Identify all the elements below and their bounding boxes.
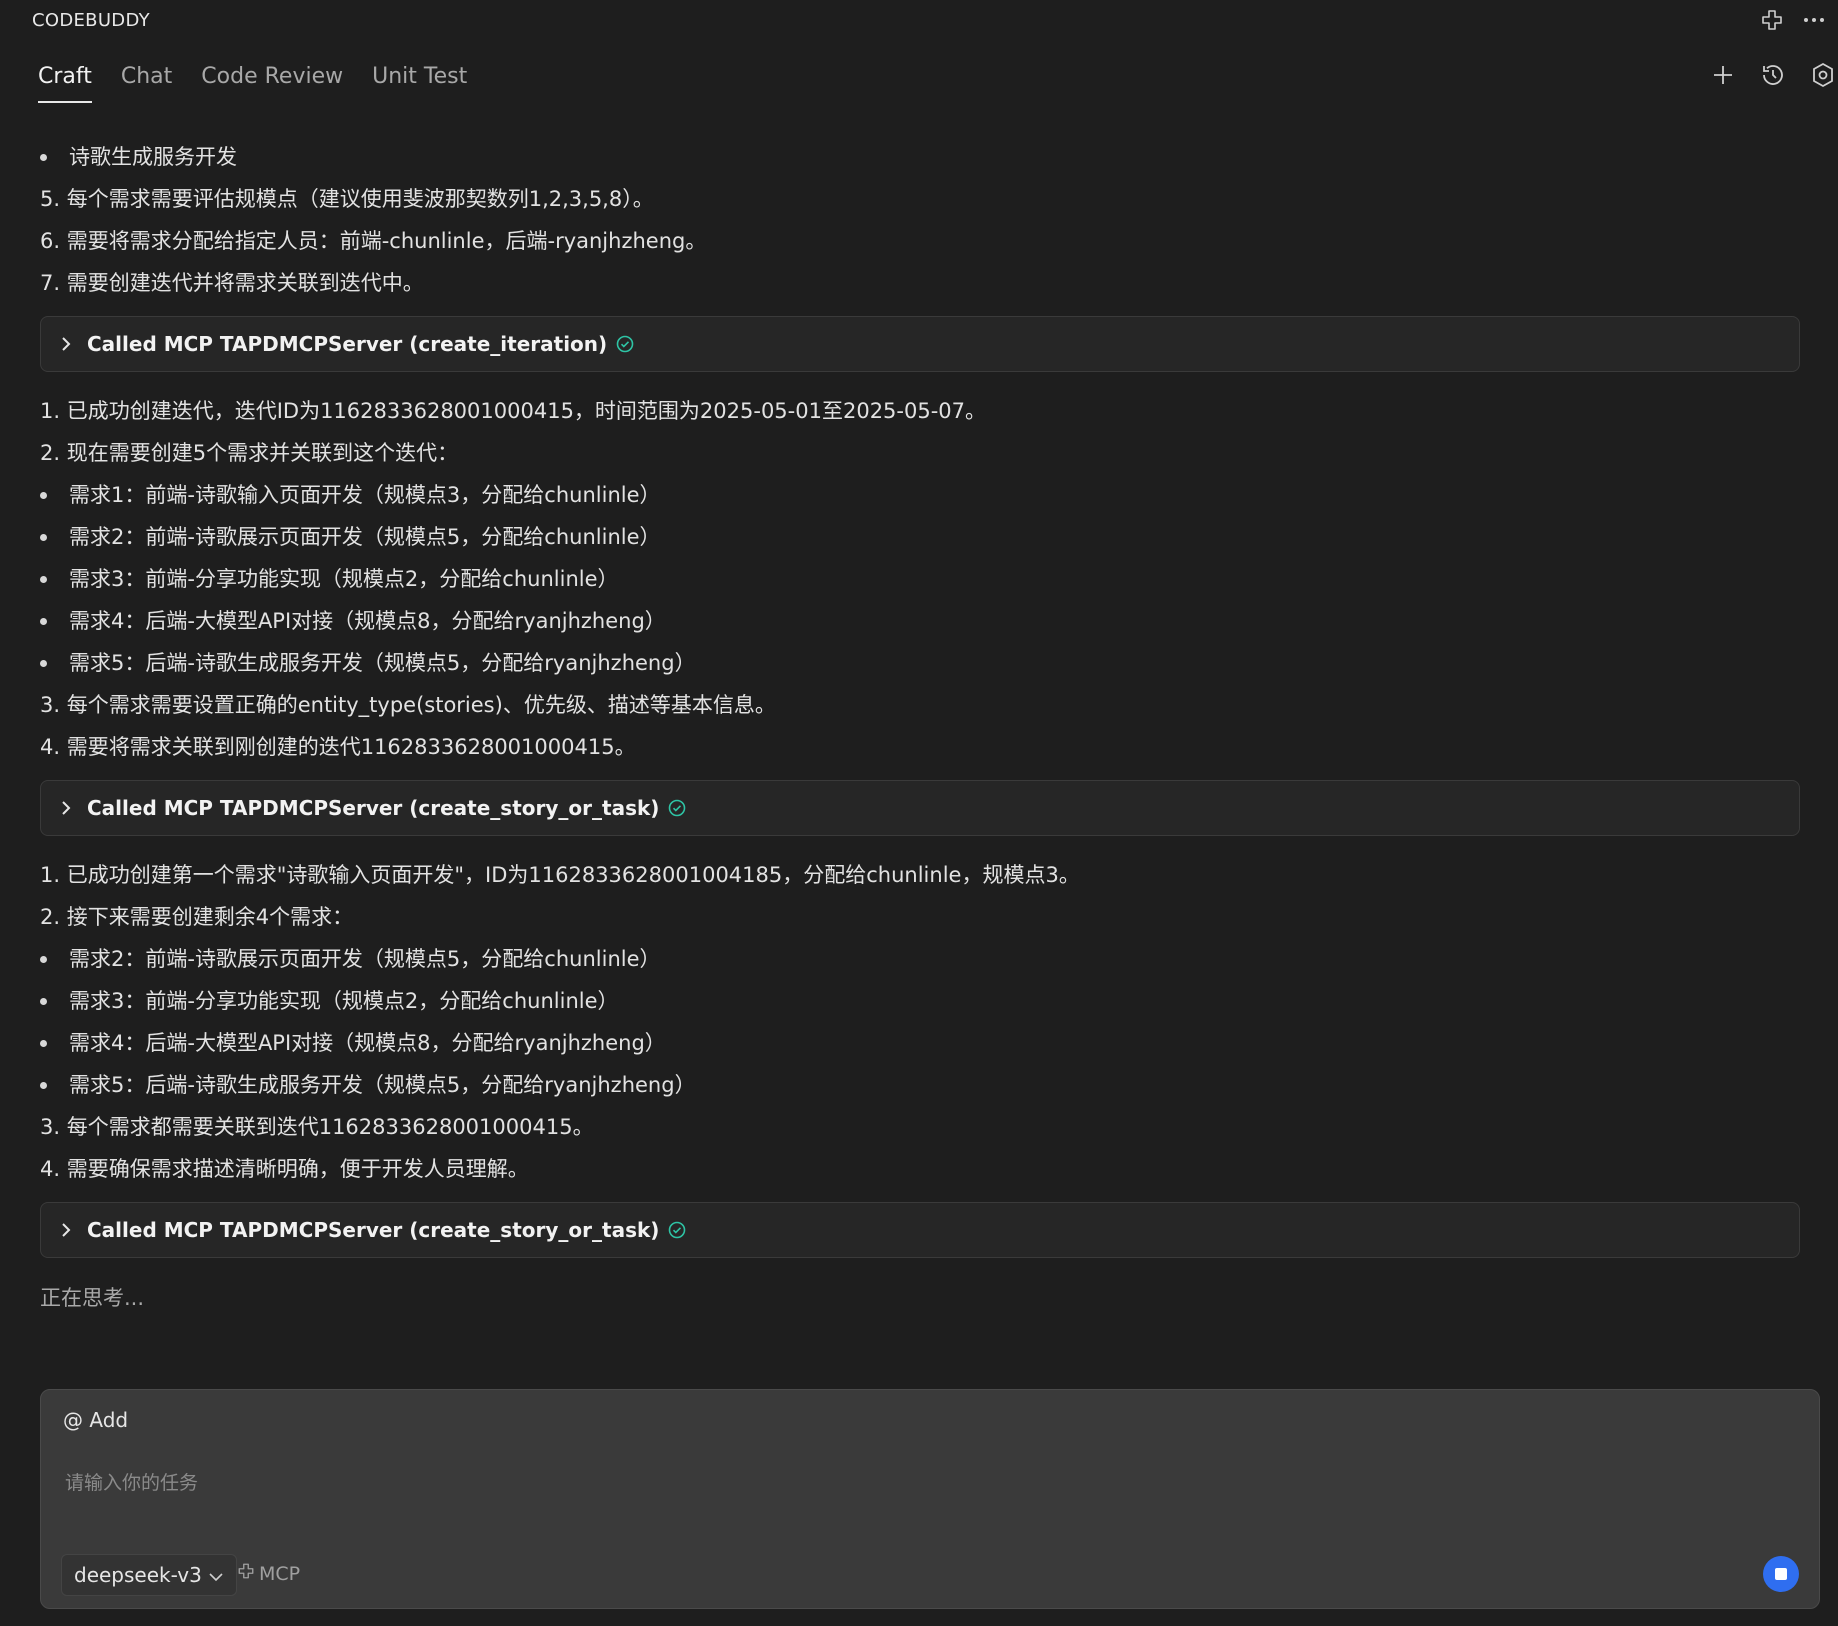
bullet-dot [40, 659, 47, 667]
bullet-dot [40, 491, 47, 499]
mcp-label: MCP [259, 1562, 301, 1585]
mcp-icon[interactable] [1758, 6, 1786, 34]
message-line: 1. 已成功创建迭代，迭代ID为1162833628001000415，时间范围… [40, 399, 987, 423]
composer: @ Add deepseek-v3 MCP [40, 1389, 1820, 1609]
tool-call-label: Called MCP TAPDMCPServer (create_story_o… [87, 1218, 660, 1242]
list-item-text: 需求1：前端-诗歌输入页面开发（规模点3，分配给chunlinle） [69, 483, 661, 507]
message-line: 6. 需要将需求分配给指定人员：前端-chunlinle，后端-ryanjhzh… [40, 229, 707, 253]
message-line: 3. 每个需求都需要关联到迭代1162833628001000415。 [40, 1115, 594, 1139]
stop-icon [1775, 1568, 1787, 1580]
list-item: 需求3：前端-分享功能实现（规模点2，分配给chunlinle） [40, 558, 1800, 600]
tab-bar: Craft Chat Code Review Unit Test [38, 64, 496, 103]
list-item: 需求1：前端-诗歌输入页面开发（规模点3，分配给chunlinle） [40, 474, 1800, 516]
tab-craft[interactable]: Craft [38, 64, 92, 103]
tab-code-review[interactable]: Code Review [201, 64, 343, 103]
tool-call-create-story[interactable]: Called MCP TAPDMCPServer (create_story_o… [40, 780, 1800, 836]
task-input[interactable] [63, 1452, 1767, 1514]
list-item-text: 需求2：前端-诗歌展示页面开发（规模点5，分配给chunlinle） [69, 947, 661, 971]
check-circle-icon [615, 334, 635, 354]
tool-call-create-iteration[interactable]: Called MCP TAPDMCPServer (create_iterati… [40, 316, 1800, 372]
check-circle-icon [667, 1220, 687, 1240]
history-icon[interactable] [1758, 60, 1788, 90]
add-context-button[interactable]: @ Add [63, 1408, 128, 1432]
bullet-dot [40, 575, 47, 583]
more-icon[interactable] [1800, 6, 1828, 34]
bullet-dot [40, 1081, 47, 1089]
bullet-dot [40, 1039, 47, 1047]
top-actions [1758, 6, 1828, 34]
message-line: 2. 现在需要创建5个需求并关联到这个迭代： [40, 441, 459, 465]
mcp-icon [237, 1562, 255, 1585]
tab-unit-test[interactable]: Unit Test [372, 64, 467, 103]
message-line: 3. 每个需求需要设置正确的entity_type(stories)、优先级、描… [40, 693, 776, 717]
chevron-right-icon [55, 797, 77, 819]
tool-call-label: Called MCP TAPDMCPServer (create_iterati… [87, 332, 608, 356]
tool-call-label: Called MCP TAPDMCPServer (create_story_o… [87, 796, 660, 820]
thinking-status: 正在思考... [40, 1286, 145, 1310]
tab-chat[interactable]: Chat [121, 64, 172, 103]
list-item: 需求2：前端-诗歌展示页面开发（规模点5，分配给chunlinle） [40, 938, 1800, 980]
list-item: 需求4：后端-大模型API对接（规模点8，分配给ryanjhzheng） [40, 1022, 1800, 1064]
list-item-text: 需求3：前端-分享功能实现（规模点2，分配给chunlinle） [69, 567, 619, 591]
list-item: 诗歌生成服务开发 [40, 136, 1800, 178]
check-circle-icon [667, 798, 687, 818]
message-line: 7. 需要创建迭代并将需求关联到迭代中。 [40, 271, 424, 295]
model-select[interactable]: deepseek-v3 [61, 1554, 237, 1596]
list-item-text: 诗歌生成服务开发 [69, 145, 237, 169]
list-item: 需求4：后端-大模型API对接（规模点8，分配给ryanjhzheng） [40, 600, 1800, 642]
bullet-dot [40, 617, 47, 625]
bullet-dot [40, 153, 47, 161]
tool-call-create-story-2[interactable]: Called MCP TAPDMCPServer (create_story_o… [40, 1202, 1800, 1258]
list-item-text: 需求5：后端-诗歌生成服务开发（规模点5，分配给ryanjhzheng） [69, 1073, 696, 1097]
list-item-text: 需求5：后端-诗歌生成服务开发（规模点5，分配给ryanjhzheng） [69, 651, 696, 675]
chevron-right-icon [55, 333, 77, 355]
bullet-dot [40, 997, 47, 1005]
list-item-text: 需求4：后端-大模型API对接（规模点8，分配给ryanjhzheng） [69, 1031, 666, 1055]
list-item: 需求5：后端-诗歌生成服务开发（规模点5，分配给ryanjhzheng） [40, 642, 1800, 684]
list-item: 需求5：后端-诗歌生成服务开发（规模点5，分配给ryanjhzheng） [40, 1064, 1800, 1106]
conversation: 诗歌生成服务开发 5. 每个需求需要评估规模点（建议使用斐波那契数列1,2,3,… [40, 136, 1800, 1312]
list-item-text: 需求4：后端-大模型API对接（规模点8，分配给ryanjhzheng） [69, 609, 666, 633]
list-item: 需求3：前端-分享功能实现（规模点2，分配给chunlinle） [40, 980, 1800, 1022]
message-line: 4. 需要将需求关联到刚创建的迭代1162833628001000415。 [40, 735, 636, 759]
bullet-dot [40, 955, 47, 963]
chevron-right-icon [55, 1219, 77, 1241]
list-item-text: 需求2：前端-诗歌展示页面开发（规模点5，分配给chunlinle） [69, 525, 661, 549]
app-title: CODEBUDDY [32, 10, 150, 31]
settings-icon[interactable] [1808, 60, 1838, 90]
mcp-button[interactable]: MCP [237, 1562, 300, 1585]
list-item: 需求2：前端-诗歌展示页面开发（规模点5，分配给chunlinle） [40, 516, 1800, 558]
message-line: 2. 接下来需要创建剩余4个需求： [40, 905, 354, 929]
model-select-label: deepseek-v3 [74, 1563, 202, 1587]
list-item-text: 需求3：前端-分享功能实现（规模点2，分配给chunlinle） [69, 989, 619, 1013]
stop-button[interactable] [1763, 1556, 1799, 1592]
tab-actions [1708, 60, 1838, 90]
message-line: 4. 需要确保需求描述清晰明确，便于开发人员理解。 [40, 1157, 529, 1181]
plus-icon[interactable] [1708, 60, 1738, 90]
chevron-down-icon [208, 1563, 224, 1587]
message-line: 5. 每个需求需要评估规模点（建议使用斐波那契数列1,2,3,5,8）。 [40, 187, 654, 211]
message-line: 1. 已成功创建第一个需求"诗歌输入页面开发"，ID为1162833628001… [40, 863, 1080, 887]
bullet-dot [40, 533, 47, 541]
